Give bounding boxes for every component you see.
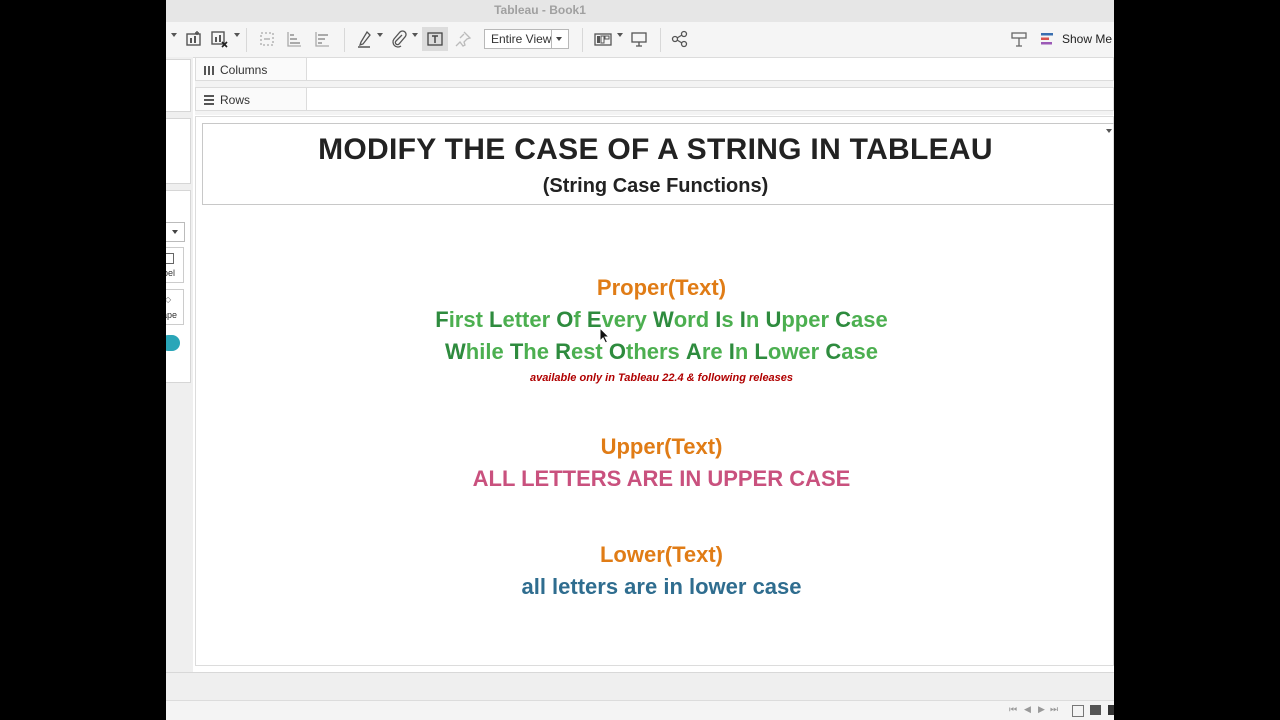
toolbar: Entire View Show Me (166, 22, 1114, 58)
shape-icon: ◇ (166, 295, 172, 304)
columns-drop-zone[interactable] (306, 57, 1114, 81)
toolbar-divider (582, 28, 583, 52)
rows-shelf[interactable]: Rows (195, 87, 1114, 111)
title-menu-icon[interactable] (1106, 129, 1112, 133)
mark-type-dropdown[interactable] (166, 222, 185, 242)
filmstrip-view-icon[interactable] (1108, 705, 1114, 715)
next-sheet-icon[interactable]: ▶ (1038, 704, 1045, 715)
proper-function-label: Proper(Text) (596, 275, 727, 300)
filters-card (166, 118, 191, 184)
window-title: Tableau - Book1 (494, 3, 586, 17)
label-icon (166, 253, 174, 264)
upper-function-label: Upper(Text) (600, 434, 723, 459)
rows-drop-zone[interactable] (306, 87, 1114, 111)
sheet-tabs-bar: ⏮ ◀ ▶ ⏭ (166, 700, 1114, 720)
shape-fragment: ape (166, 310, 178, 320)
page-subtitle: (String Case Functions) (542, 175, 769, 197)
chevron-down-icon (551, 30, 568, 48)
last-sheet-icon[interactable]: ⏭ (1050, 704, 1058, 715)
toolbar-divider (660, 28, 661, 52)
previous-sheet-icon[interactable]: ◀ (1024, 704, 1031, 715)
rows-label: Rows (220, 93, 251, 107)
proper-example-line-1: First Letter Of Every Word Is In Upper C… (196, 307, 1114, 333)
first-sheet-icon[interactable]: ⏮ (1009, 704, 1017, 715)
clear-sheet-icon[interactable] (208, 28, 230, 50)
worksheet-view[interactable]: MODIFY THE CASE OF A STRING IN TABLEAU (… (195, 116, 1114, 666)
grid-view-icon[interactable] (1072, 705, 1084, 717)
clear-dropdown-icon[interactable] (234, 33, 240, 37)
show-labels-icon[interactable] (422, 27, 448, 51)
show-cards-icon[interactable] (592, 28, 614, 50)
toolbar-divider (344, 28, 345, 52)
sort-ascending-icon[interactable] (283, 28, 305, 50)
lower-example: all letters are in lower case (521, 574, 802, 599)
shape-mark-button[interactable]: ◇ ape (166, 289, 184, 325)
label-mark-button[interactable]: bel (166, 247, 184, 283)
upper-example: ALL LETTERS ARE IN UPPER CASE (472, 466, 851, 491)
group-dropdown-icon[interactable] (412, 33, 418, 37)
color-pill[interactable] (166, 335, 180, 351)
tableau-window: Tableau - Book1 Entire View Show Me el ◇… (166, 0, 1114, 720)
swap-rows-columns-icon[interactable] (256, 28, 278, 50)
version-note: available only in Tableau 22.4 & followi… (529, 372, 794, 384)
proper-example-line-2: While The Rest Others Are In Lower Case (196, 339, 1114, 365)
cards-dropdown-icon[interactable] (617, 33, 623, 37)
show-me-icon[interactable] (1040, 28, 1056, 50)
undo-dropdown-icon[interactable] (171, 33, 177, 37)
toolbar-divider (246, 28, 247, 52)
fit-dropdown[interactable]: Entire View (484, 29, 569, 49)
pages-card (166, 59, 191, 112)
presentation-mode-icon[interactable] (628, 28, 650, 50)
columns-icon (203, 63, 215, 81)
share-icon[interactable] (669, 28, 691, 50)
show-me-button[interactable]: Show Me (1062, 32, 1112, 46)
proper-example-text: While The Rest Others Are In Lower Case (445, 339, 878, 364)
columns-shelf[interactable]: Columns (195, 57, 1114, 81)
shelves-area: Columns Rows (195, 57, 1114, 115)
title-bar: Tableau - Book1 (166, 0, 1114, 23)
status-bar (166, 672, 1114, 701)
marks-card: bel ◇ ape (166, 190, 191, 383)
lower-function-label: Lower(Text) (599, 542, 724, 567)
pin-sheet-icon[interactable] (1008, 28, 1030, 50)
chevron-down-icon (172, 230, 178, 234)
rows-icon (203, 93, 215, 111)
highlight-icon[interactable] (354, 28, 376, 50)
fit-value: Entire View (491, 32, 552, 46)
fix-axes-pin-icon[interactable] (452, 28, 474, 50)
list-view-icon[interactable] (1090, 705, 1101, 715)
group-members-icon[interactable] (388, 28, 410, 50)
mouse-cursor-icon (599, 327, 611, 344)
proper-example-text: First Letter Of Every Word Is In Upper C… (435, 307, 888, 332)
label-fragment: bel (166, 268, 176, 278)
sort-descending-icon[interactable] (311, 28, 333, 50)
left-panel: bel ◇ ape (166, 57, 193, 672)
highlight-dropdown-icon[interactable] (377, 33, 383, 37)
page-title: MODIFY THE CASE OF A STRING IN TABLEAU (318, 133, 993, 166)
new-worksheet-icon[interactable] (183, 28, 205, 50)
columns-label: Columns (220, 63, 268, 77)
